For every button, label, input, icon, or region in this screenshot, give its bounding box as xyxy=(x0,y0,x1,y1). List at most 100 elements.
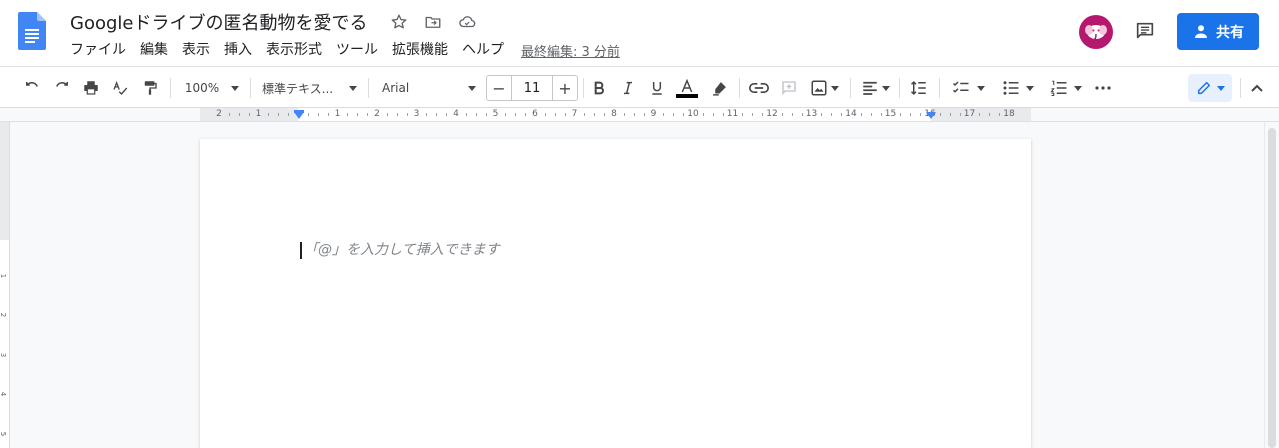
doc-title[interactable]: Googleドライブの匿名動物を愛でる xyxy=(70,9,367,35)
menu-tools[interactable]: ツール xyxy=(329,39,385,61)
collapse-menus-button[interactable] xyxy=(1245,76,1269,100)
chevron-down-icon xyxy=(830,85,839,91)
left-indent-marker[interactable] xyxy=(294,112,304,119)
vertical-scrollbar[interactable] xyxy=(1264,122,1279,448)
zoom-select[interactable]: 100% xyxy=(183,76,241,100)
comment-history-button[interactable] xyxy=(1131,17,1159,45)
chevron-down-icon xyxy=(977,85,985,91)
toolbar-divider xyxy=(899,78,900,98)
insert-image-icon xyxy=(811,80,826,96)
toolbar-divider xyxy=(583,78,584,98)
text-color-icon xyxy=(681,78,693,92)
horizontal-ruler[interactable]: 2 1 1 2 3 4 5 6 7 8 9 10 11 12 13 14 15 16 17 18 xyxy=(0,108,1279,122)
last-edit-link[interactable]: 最終編集: 3 分前 xyxy=(521,41,620,60)
menu-edit[interactable]: 編集 xyxy=(133,39,175,61)
highlight-button[interactable] xyxy=(707,76,731,100)
ruler-tick xyxy=(663,113,665,116)
ruler-tick xyxy=(554,113,556,116)
redo-button[interactable] xyxy=(50,76,74,100)
editing-mode-button[interactable] xyxy=(1188,74,1232,102)
ruler-tick xyxy=(673,113,675,116)
menu-view[interactable]: 表示 xyxy=(175,39,217,61)
ruler-label: 6 xyxy=(532,109,538,119)
document-page[interactable]: 「@」を入力して挿入できます xyxy=(200,139,1031,448)
ruler-tick xyxy=(989,113,991,116)
toolbar-divider xyxy=(939,78,940,98)
more-icon xyxy=(1095,86,1111,90)
vruler-label: 2 xyxy=(0,312,8,318)
ruler-tick xyxy=(939,113,941,116)
star-icon[interactable] xyxy=(387,10,411,34)
menu-format[interactable]: 表示形式 xyxy=(259,39,329,61)
right-indent-marker[interactable] xyxy=(926,112,936,119)
ruler-strip: 2 1 1 2 3 4 5 6 7 8 9 10 11 12 13 14 15 16 17 18 xyxy=(200,108,1031,121)
spellcheck-button[interactable] xyxy=(108,76,132,100)
add-comment-icon xyxy=(782,81,796,95)
font-size-decrease-button[interactable]: − xyxy=(487,76,511,100)
ruler-tick xyxy=(357,113,359,116)
more-button[interactable] xyxy=(1092,76,1114,100)
vertical-ruler[interactable]: 1 2 3 4 5 xyxy=(0,122,10,448)
ruler-tick xyxy=(643,113,645,116)
paint-format-button[interactable] xyxy=(138,76,162,100)
numbered-list-button[interactable] xyxy=(1046,76,1086,100)
font-size-input[interactable]: 11 xyxy=(511,76,553,100)
menu-extensions[interactable]: 拡張機能 xyxy=(385,39,455,61)
ruler-tick xyxy=(920,113,922,116)
ruler-tick xyxy=(831,113,833,116)
toolbar-divider xyxy=(170,78,171,98)
ruler-label: 2 xyxy=(216,109,222,119)
ruler-tick xyxy=(505,113,507,116)
ruler-tick xyxy=(722,113,724,116)
ruler-tick xyxy=(564,113,566,116)
checklist-icon xyxy=(952,81,969,93)
bold-button[interactable] xyxy=(588,76,610,100)
chevron-down-icon xyxy=(349,85,357,91)
ruler-tick xyxy=(238,113,240,116)
chevron-down-icon xyxy=(468,85,476,91)
bulleted-list-icon xyxy=(1003,81,1019,95)
ruler-tick xyxy=(594,113,596,116)
print-icon xyxy=(84,81,98,95)
text-color-button[interactable] xyxy=(675,76,699,100)
align-button[interactable] xyxy=(858,76,892,100)
underline-button[interactable] xyxy=(646,76,668,100)
menu-file[interactable]: ファイル xyxy=(63,39,133,61)
insert-image-button[interactable] xyxy=(806,76,842,100)
move-to-folder-icon[interactable] xyxy=(421,10,445,34)
paint-format-icon xyxy=(144,81,157,95)
ruler-tick xyxy=(426,113,428,116)
ruler-tick xyxy=(781,113,783,116)
share-button[interactable]: 共有 xyxy=(1177,13,1259,50)
insert-link-button[interactable] xyxy=(747,76,771,100)
collapse-icon xyxy=(1251,84,1263,92)
toolbar: 100% 標準テキス... Arial − 11 + xyxy=(0,66,1279,108)
undo-button[interactable] xyxy=(20,76,44,100)
print-button[interactable] xyxy=(79,76,103,100)
scrollbar-thumb[interactable] xyxy=(1268,128,1276,448)
italic-icon xyxy=(624,81,632,95)
redo-icon xyxy=(56,81,68,87)
ruler-label: 9 xyxy=(650,109,657,119)
ruler-tick xyxy=(979,113,981,116)
line-spacing-button[interactable] xyxy=(906,76,932,100)
docs-logo-icon[interactable] xyxy=(18,12,46,50)
text-cursor xyxy=(300,242,302,259)
bulleted-list-button[interactable] xyxy=(998,76,1038,100)
toolbar-divider xyxy=(739,78,740,98)
style-select[interactable]: 標準テキス... xyxy=(262,76,357,100)
add-comment-button[interactable] xyxy=(777,76,801,100)
font-size-increase-button[interactable]: + xyxy=(553,76,577,100)
vruler-label: 3 xyxy=(0,352,8,358)
font-select[interactable]: Arial xyxy=(382,76,476,100)
avatar[interactable] xyxy=(1079,15,1113,49)
checklist-button[interactable] xyxy=(947,76,989,100)
italic-button[interactable] xyxy=(617,76,639,100)
menu-help[interactable]: ヘルプ xyxy=(455,39,511,61)
ruler-tick xyxy=(475,113,477,116)
menu-insert[interactable]: 挿入 xyxy=(217,39,259,61)
ruler-label: 11 xyxy=(726,109,739,119)
ruler-tick xyxy=(762,113,764,116)
cloud-saved-icon[interactable] xyxy=(455,10,479,34)
ruler-tick xyxy=(870,113,872,116)
